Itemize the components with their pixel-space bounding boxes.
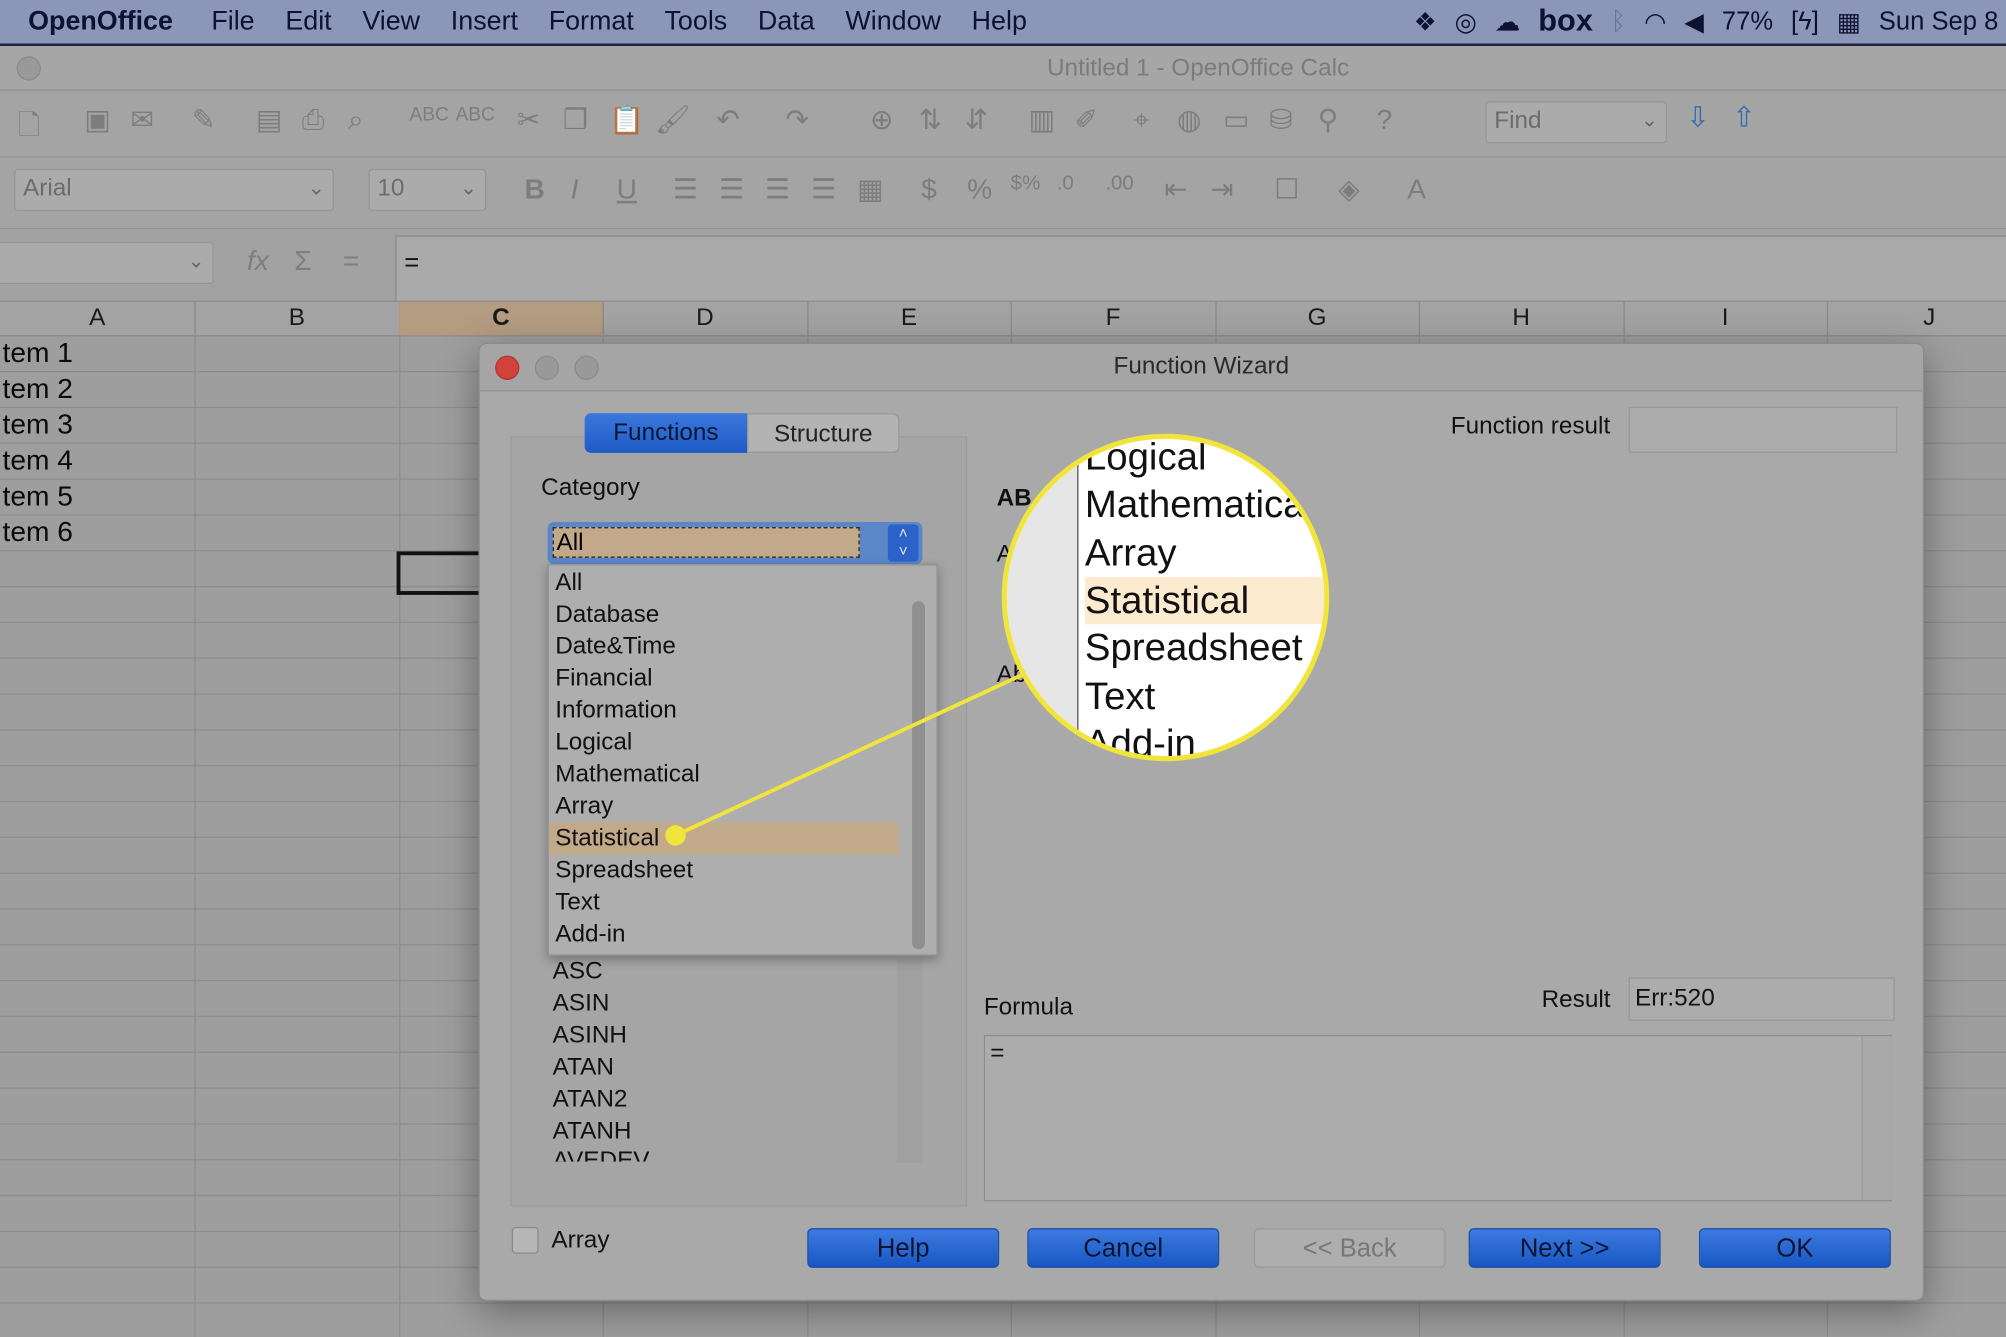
callout-line xyxy=(665,672,1025,846)
magnifier-callout: Logical Mathematica Array Statistical Spread… xyxy=(1001,433,1330,762)
magnified-option: Add-in xyxy=(1084,722,1196,762)
magnified-option: Spreadsheet xyxy=(1084,627,1303,670)
magnifier-list-edge xyxy=(1006,438,1079,757)
magnified-option: Text xyxy=(1084,674,1156,718)
magnified-option: Mathematica xyxy=(1084,483,1305,527)
magnified-option: Logical xyxy=(1084,436,1207,479)
magnified-option: Statistical xyxy=(1084,576,1325,625)
callout-dot xyxy=(665,825,686,846)
callout-pointer xyxy=(674,672,1025,838)
magnified-option: Array xyxy=(1084,531,1177,574)
